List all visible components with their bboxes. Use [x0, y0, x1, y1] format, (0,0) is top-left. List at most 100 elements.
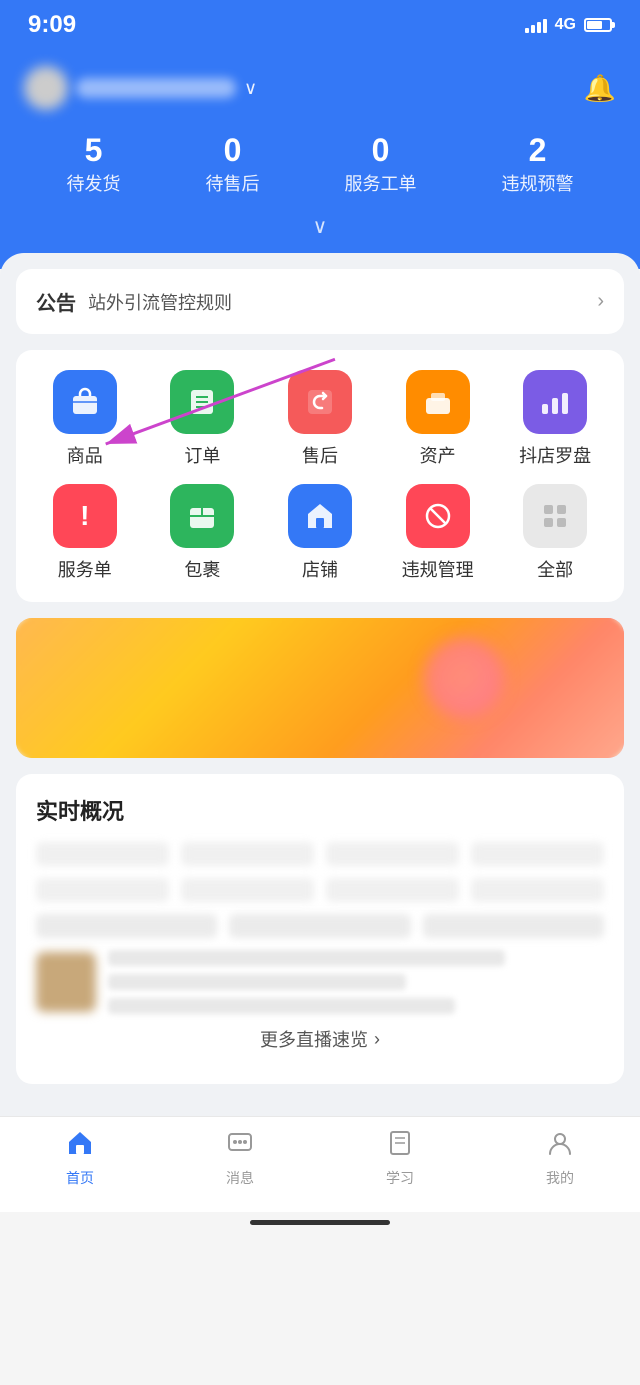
stat-number-pending-ship: 5: [85, 134, 103, 166]
orders-label: 订单: [184, 442, 220, 468]
nav-label-message: 消息: [226, 1168, 254, 1188]
menu-item-service[interactable]: ! 服务单: [35, 484, 135, 582]
blur-line-1: [108, 950, 505, 966]
blur-stat-7: [326, 878, 459, 902]
message-icon: [226, 1129, 254, 1164]
announcement[interactable]: 公告 站外引流管控规则 ›: [16, 269, 624, 334]
overlay-container: 公告 站外引流管控规则 › 商品: [16, 269, 624, 602]
realtime-stats-row2: [36, 878, 604, 902]
all-icon: [523, 484, 587, 548]
menu-item-violation-mgmt[interactable]: 违规管理: [388, 484, 488, 582]
blur-stat-1: [36, 842, 169, 866]
menu-item-goods[interactable]: 商品: [35, 370, 135, 468]
service-label: 服务单: [58, 556, 112, 582]
package-label: 包裹: [184, 556, 220, 582]
battery-icon: [584, 18, 612, 32]
compass-label: 抖店罗盘: [519, 442, 591, 468]
home-indicator: [0, 1212, 640, 1233]
realtime-stats-row3: [36, 914, 604, 938]
blur-stat-10: [229, 914, 410, 938]
stat-number-pending-after: 0: [224, 134, 242, 166]
all-label: 全部: [537, 556, 573, 582]
nav-item-mine[interactable]: 我的: [520, 1129, 600, 1188]
violation-mgmt-label: 违规管理: [402, 556, 474, 582]
stat-label-service-order: 服务工单: [345, 170, 417, 196]
menu-item-all[interactable]: 全部: [505, 484, 605, 582]
orders-icon: [170, 370, 234, 434]
banner-overlay: [16, 618, 624, 758]
blur-thumbnail: [36, 952, 96, 1012]
menu-row-2: ! 服务单 包裹: [26, 484, 614, 582]
expand-row[interactable]: ∨: [24, 214, 616, 239]
menu-grid: 商品 订单: [16, 350, 624, 602]
menu-item-store[interactable]: 店铺: [270, 484, 370, 582]
bell-icon[interactable]: 🔔: [584, 73, 616, 104]
realtime-title: 实时概况: [36, 794, 604, 826]
menu-item-assets[interactable]: 资产: [388, 370, 488, 468]
stat-service-order[interactable]: 0 服务工单: [345, 134, 417, 196]
main-content: 公告 站外引流管控规则 › 商品: [0, 253, 640, 1116]
status-icons: 4G: [525, 16, 612, 34]
blur-stat-6: [181, 878, 314, 902]
stat-violation[interactable]: 2 违规预警: [502, 134, 574, 196]
stat-pending-ship[interactable]: 5 待发货: [67, 134, 121, 196]
announcement-label: 公告: [36, 287, 76, 316]
store-selector[interactable]: ∨ 🔔: [24, 66, 616, 110]
aftersale-label: 售后: [302, 442, 338, 468]
home-icon: [66, 1129, 94, 1164]
more-live[interactable]: 更多直播速览 ›: [36, 1014, 604, 1064]
nav-item-learning[interactable]: 学习: [360, 1129, 440, 1188]
realtime-stats-row1: [36, 842, 604, 866]
menu-row-1: 商品 订单: [26, 370, 614, 468]
blur-stat-9: [36, 914, 217, 938]
home-bar: [250, 1220, 390, 1225]
nav-item-home[interactable]: 首页: [40, 1129, 120, 1188]
mine-icon: [546, 1129, 574, 1164]
assets-icon: [406, 370, 470, 434]
compass-icon: [523, 370, 587, 434]
package-icon: [170, 484, 234, 548]
assets-label: 资产: [420, 442, 456, 468]
learning-icon: [386, 1129, 414, 1164]
chevron-down-icon[interactable]: ∨: [244, 78, 257, 99]
stat-number-violation: 2: [529, 134, 547, 166]
aftersale-icon: [288, 370, 352, 434]
nav-label-mine: 我的: [546, 1168, 574, 1188]
store-label: 店铺: [302, 556, 338, 582]
nav-item-message[interactable]: 消息: [200, 1129, 280, 1188]
blur-stat-4: [471, 842, 604, 866]
stat-label-violation: 违规预警: [502, 170, 574, 196]
violation-mgmt-icon: [406, 484, 470, 548]
menu-item-orders[interactable]: 订单: [152, 370, 252, 468]
realtime-section: 实时概况 更多直播速览 ›: [16, 774, 624, 1084]
blur-stat-2: [181, 842, 314, 866]
nav-label-home: 首页: [66, 1168, 94, 1188]
blur-stat-11: [423, 914, 604, 938]
nav-label-learning: 学习: [386, 1168, 414, 1188]
signal-icon: [525, 17, 547, 33]
menu-item-compass[interactable]: 抖店罗盘: [505, 370, 605, 468]
more-live-arrow-icon: ›: [374, 1029, 380, 1050]
goods-icon: [53, 370, 117, 434]
stat-label-pending-after: 待售后: [206, 170, 260, 196]
store-name: [76, 78, 236, 98]
stat-number-service-order: 0: [372, 134, 390, 166]
expand-chevron-icon: ∨: [313, 214, 328, 239]
menu-item-package[interactable]: 包裹: [152, 484, 252, 582]
blur-stat-8: [471, 878, 604, 902]
announcement-text: 站外引流管控规则: [88, 289, 585, 315]
bottom-nav: 首页 消息 学习 我的: [0, 1116, 640, 1212]
blur-text-lines: [108, 950, 604, 1014]
store-icon: [288, 484, 352, 548]
stats-row: 5 待发货 0 待售后 0 服务工单 2 违规预警: [24, 134, 616, 196]
menu-item-aftersale[interactable]: 售后: [270, 370, 370, 468]
status-bar: 9:09 4G: [0, 0, 640, 50]
stat-label-pending-ship: 待发货: [67, 170, 121, 196]
more-live-label: 更多直播速览: [260, 1026, 368, 1052]
service-icon: !: [53, 484, 117, 548]
blur-stat-5: [36, 878, 169, 902]
announcement-arrow-icon: ›: [597, 290, 604, 313]
network-label: 4G: [555, 16, 576, 34]
banner[interactable]: [16, 618, 624, 758]
stat-pending-after[interactable]: 0 待售后: [206, 134, 260, 196]
